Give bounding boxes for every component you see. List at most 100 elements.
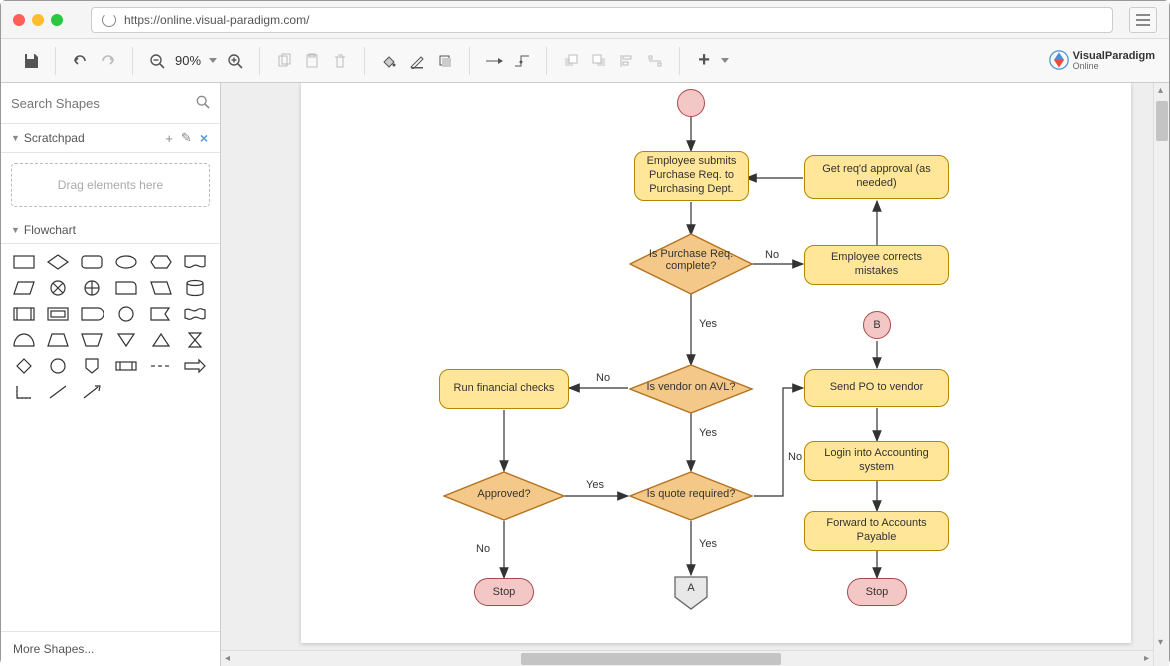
shape-circle-x[interactable] <box>45 278 71 298</box>
shape-parallelogram2[interactable] <box>148 278 174 298</box>
vscroll-thumb[interactable] <box>1156 101 1168 141</box>
shape-dashes[interactable] <box>148 356 174 376</box>
hscroll-thumb[interactable] <box>521 653 781 665</box>
distribute-button[interactable] <box>641 47 669 75</box>
zoom-out-button[interactable] <box>143 47 171 75</box>
start-terminator[interactable] <box>677 89 705 117</box>
browser-menu-button[interactable] <box>1129 7 1157 33</box>
more-shapes-button[interactable]: More Shapes... <box>1 631 220 666</box>
shape-arrow[interactable] <box>182 356 208 376</box>
shape-trapezoid2[interactable] <box>79 330 105 350</box>
zoom-dropdown[interactable] <box>205 47 221 75</box>
shape-diamond[interactable] <box>45 252 71 272</box>
shape-tab[interactable] <box>113 278 139 298</box>
node-forward[interactable]: Forward to Accounts Payable <box>804 511 949 551</box>
shape-hourglass[interactable] <box>182 330 208 350</box>
align-button[interactable] <box>613 47 641 75</box>
reload-icon[interactable] <box>102 13 116 27</box>
delete-button[interactable] <box>326 47 354 75</box>
line-color-button[interactable] <box>403 47 431 75</box>
shape-arrow-line[interactable] <box>79 382 105 402</box>
url-bar[interactable]: https://online.visual-paradigm.com/ <box>91 7 1113 33</box>
shape-triangle-up[interactable] <box>148 330 174 350</box>
scratchpad-title: Scratchpad <box>24 131 85 145</box>
shape-diamond2[interactable] <box>11 356 37 376</box>
scratchpad-add-button[interactable]: + <box>163 131 175 146</box>
node-approval[interactable]: Get req'd approval (as needed) <box>804 155 949 199</box>
edge-label: Yes <box>586 479 604 491</box>
diagram-canvas[interactable]: Employee submits Purchase Req. to Purcha… <box>301 83 1131 643</box>
save-button[interactable] <box>17 47 45 75</box>
connector-b[interactable]: B <box>863 311 891 339</box>
shape-flag[interactable] <box>148 304 174 324</box>
more-shapes-label: More Shapes... <box>13 642 94 656</box>
edge-label: Yes <box>699 538 717 550</box>
shape-circle-plus[interactable] <box>79 278 105 298</box>
shape-rounded-rect[interactable] <box>79 252 105 272</box>
scratchpad-edit-button[interactable]: ✎ <box>179 130 194 146</box>
scratchpad-dropzone[interactable]: Drag elements here <box>11 163 210 207</box>
flowchart-panel-title: Flowchart <box>24 223 76 237</box>
undo-button[interactable] <box>66 47 94 75</box>
maximize-window-button[interactable] <box>51 14 63 26</box>
stop-right[interactable]: Stop <box>847 578 907 606</box>
add-dropdown[interactable] <box>718 47 732 75</box>
minimize-window-button[interactable] <box>32 14 44 26</box>
search-icon[interactable] <box>196 95 210 112</box>
app-toolbar: 90% + VisualParadigmOnline <box>1 39 1169 83</box>
shadow-button[interactable] <box>431 47 459 75</box>
redo-button[interactable] <box>94 47 122 75</box>
shape-delay[interactable] <box>113 356 139 376</box>
shape-trapezoid[interactable] <box>45 330 71 350</box>
shape-rectangle[interactable] <box>11 252 37 272</box>
shape-frame[interactable] <box>45 304 71 324</box>
node-corrects[interactable]: Employee corrects mistakes <box>804 245 949 285</box>
shape-ellipse[interactable] <box>113 252 139 272</box>
node-runcheck[interactable]: Run financial checks <box>439 369 569 409</box>
shape-circle2[interactable] <box>45 356 71 376</box>
zoom-level[interactable]: 90% <box>171 53 205 68</box>
to-front-button[interactable] <box>557 47 585 75</box>
scratchpad-close-button[interactable]: × <box>198 130 210 146</box>
shape-document[interactable] <box>182 252 208 272</box>
shape-circle[interactable] <box>113 304 139 324</box>
shape-line[interactable] <box>45 382 71 402</box>
shape-half-ellipse[interactable] <box>11 330 37 350</box>
brand-logo-area[interactable]: VisualParadigmOnline <box>1049 50 1155 72</box>
shape-cylinder[interactable] <box>182 278 208 298</box>
shape-corner[interactable] <box>11 382 37 402</box>
close-window-button[interactable] <box>13 14 25 26</box>
canvas-area[interactable]: Employee submits Purchase Req. to Purcha… <box>221 83 1169 666</box>
edge-label: No <box>476 543 490 555</box>
node-submit[interactable]: Employee submits Purchase Req. to Purcha… <box>634 151 749 201</box>
scratchpad-header[interactable]: ▼ Scratchpad + ✎ × <box>1 124 220 153</box>
node-login[interactable]: Login into Accounting system <box>804 441 949 481</box>
shape-subroutine[interactable] <box>11 304 37 324</box>
paste-button[interactable] <box>298 47 326 75</box>
vertical-scrollbar[interactable]: ▴ ▾ <box>1153 83 1169 666</box>
shape-half-round[interactable] <box>79 304 105 324</box>
sidebar: ▼ Scratchpad + ✎ × Drag elements here ▼ … <box>1 83 221 666</box>
brand-name: VisualParadigm <box>1073 50 1155 62</box>
shape-parallelogram[interactable] <box>11 278 37 298</box>
shape-hexagon[interactable] <box>148 252 174 272</box>
edge-label: No <box>596 372 610 384</box>
offpage-a-label: A <box>674 582 708 594</box>
stop-left[interactable]: Stop <box>474 578 534 606</box>
waypoint-button[interactable] <box>508 47 536 75</box>
copy-button[interactable] <box>270 47 298 75</box>
dropzone-text: Drag elements here <box>58 178 163 192</box>
zoom-in-button[interactable] <box>221 47 249 75</box>
to-back-button[interactable] <box>585 47 613 75</box>
connection-type-button[interactable] <box>480 47 508 75</box>
decision-quote-label: Is quote required? <box>641 488 741 500</box>
shape-offpage[interactable] <box>79 356 105 376</box>
horizontal-scrollbar[interactable]: ◂ ▸ <box>221 650 1153 666</box>
add-button[interactable]: + <box>690 47 718 75</box>
shape-triangle-down[interactable] <box>113 330 139 350</box>
flowchart-panel-header[interactable]: ▼ Flowchart <box>1 217 220 244</box>
shape-wave[interactable] <box>182 304 208 324</box>
search-input[interactable] <box>11 91 196 115</box>
node-sendpo[interactable]: Send PO to vendor <box>804 369 949 407</box>
fill-color-button[interactable] <box>375 47 403 75</box>
